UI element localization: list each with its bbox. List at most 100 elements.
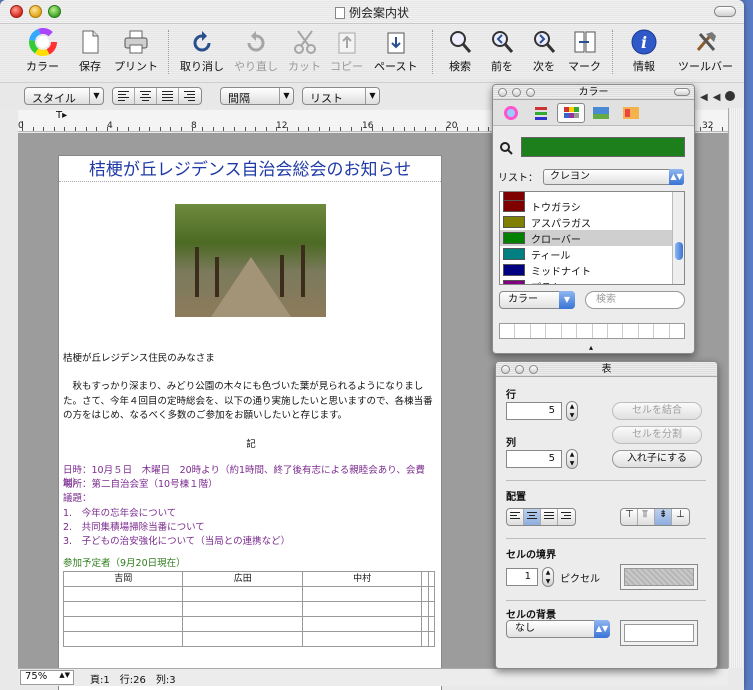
tab-color-palettes[interactable] [557,103,585,123]
table-cell[interactable] [301,631,423,647]
tab-color-wheel[interactable] [497,103,525,123]
table-cell[interactable] [301,616,423,632]
color-list-item[interactable]: プラム [500,278,684,284]
color-list-item[interactable]: トウガラシ [500,198,684,214]
close-panel-button[interactable] [498,88,507,97]
cell-background-popup[interactable]: なし ▲▼ [506,620,610,638]
spacing-popup[interactable]: 間隔 ▼ [220,87,294,105]
rows-field[interactable]: 5 [506,402,562,420]
columns-stepper[interactable]: ▲ ▼ [566,449,578,469]
favorite-swatches[interactable] [499,323,685,339]
table-cell[interactable] [62,586,184,602]
palette-list-popup[interactable]: クレヨン ▲▼ [543,169,684,185]
page-nav-arrows[interactable]: ◀◀ [700,91,736,103]
table-cell[interactable] [427,601,436,617]
tab-stop-marker[interactable]: T▸ [56,110,67,121]
color-list-scrollbar[interactable] [672,192,684,284]
color-search-input[interactable]: 検索 [585,291,685,309]
color-list-item[interactable]: ミッドナイト [500,262,684,278]
zoom-popup[interactable]: 75% ▲▼ [20,670,74,685]
table-cell[interactable] [427,631,436,647]
vertical-scrollbar[interactable] [728,108,744,668]
save-button[interactable]: 保存 [76,28,104,74]
border-color-well[interactable] [620,564,698,590]
nest-table-button[interactable]: 入れ子にする [612,450,702,468]
table-cell[interactable] [427,571,436,587]
table-cell[interactable] [427,616,436,632]
color-action-popup[interactable]: カラー ▼ [499,291,575,309]
cell-align-justify-button[interactable] [541,509,558,525]
cut-button[interactable]: カット [288,28,321,74]
table-cell[interactable] [182,631,303,647]
style-popup[interactable]: スタイル ▼ [24,87,104,105]
zoom-panel-button[interactable] [526,88,535,97]
ruler-tick [371,127,373,131]
resize-handle-icon[interactable]: ▴ [589,343,593,352]
tree-lined-path-photo[interactable] [175,204,326,317]
table-cell[interactable] [62,616,184,632]
cell-align-left-button[interactable] [507,509,524,525]
close-panel-button[interactable] [501,365,510,374]
find-previous-button[interactable]: 前を [488,28,516,74]
table-cell[interactable] [301,601,423,617]
align-center-button[interactable] [135,88,157,104]
valign-middle-button[interactable]: ⇟ [655,509,672,525]
align-right-button[interactable] [179,88,201,104]
zoom-panel-button[interactable] [529,365,538,374]
selected-color-swatch[interactable] [521,137,685,157]
tab-image-palettes[interactable] [587,103,615,123]
border-width-stepper[interactable]: ▲ ▼ [542,567,554,587]
background-color-well[interactable] [620,620,698,646]
valign-top-button[interactable]: ⊤ [621,509,638,525]
panel-toolbar-toggle[interactable] [674,88,690,96]
info-button[interactable]: i 情報 [630,28,658,74]
cell-align-right-button[interactable] [558,509,575,525]
attendees-table[interactable]: 吉岡 広田 中村 [62,571,436,647]
valign-bottom-button[interactable]: ⊥ [672,509,689,525]
minimize-panel-button[interactable] [515,365,524,374]
align-left-button[interactable] [113,88,135,104]
minimize-panel-button[interactable] [512,88,521,97]
table-cell[interactable] [182,616,303,632]
scroll-thumb[interactable] [675,242,683,260]
redo-button[interactable]: やり直し [234,28,278,74]
color-list-item[interactable]: クローバー [500,230,684,246]
undo-button[interactable]: 取り消し [180,28,224,74]
colors-button[interactable]: カラー [26,28,59,74]
paste-button[interactable]: ペースト [374,28,417,74]
magnifier-icon[interactable] [499,141,513,159]
rows-stepper[interactable]: ▲ ▼ [566,401,578,421]
color-list-item[interactable]: アスパラガス [500,214,684,230]
tab-crayons[interactable] [617,103,645,123]
tab-color-sliders[interactable] [527,103,555,123]
table-cell[interactable] [62,631,184,647]
find-next-button[interactable]: 次を [530,28,558,74]
table-cell[interactable]: 吉岡 [62,571,184,587]
window-title: 例会案内状 [0,4,744,21]
color-list-item[interactable]: ティール [500,246,684,262]
find-button[interactable]: 検索 [446,28,474,74]
split-cells-button[interactable]: セルを分割 [612,426,702,444]
cell-align-center-button[interactable] [524,509,541,525]
ki-heading: 記 [246,439,256,450]
list-popup[interactable]: リスト ▼ [302,87,380,105]
table-cell[interactable] [427,586,436,602]
print-button[interactable]: プリント [114,28,158,74]
customize-toolbar-button[interactable]: ツールバー [678,28,733,74]
table-cell[interactable]: 広田 [182,571,303,587]
document-page[interactable]: 桔梗が丘レジデンス自治会総会のお知らせ 桔梗が丘レジデンス住民のみなさま 秋もす… [58,155,442,690]
toolbar-toggle-button[interactable] [714,6,736,17]
mark-button[interactable]: マーク [568,28,601,74]
color-list[interactable]: トウガラシアスパラガスクローバーティールミッドナイトプラム [499,191,685,285]
border-width-field[interactable]: 1 [506,568,538,586]
table-cell[interactable] [301,586,423,602]
valign-baseline-button[interactable]: ⫪ [638,509,655,525]
copy-button[interactable]: コピー [330,28,363,74]
table-cell[interactable] [62,601,184,617]
table-cell[interactable]: 中村 [301,571,423,587]
table-cell[interactable] [182,601,303,617]
align-justify-button[interactable] [157,88,179,104]
table-cell[interactable] [182,586,303,602]
merge-cells-button[interactable]: セルを結合 [612,402,702,420]
columns-field[interactable]: 5 [506,450,562,468]
